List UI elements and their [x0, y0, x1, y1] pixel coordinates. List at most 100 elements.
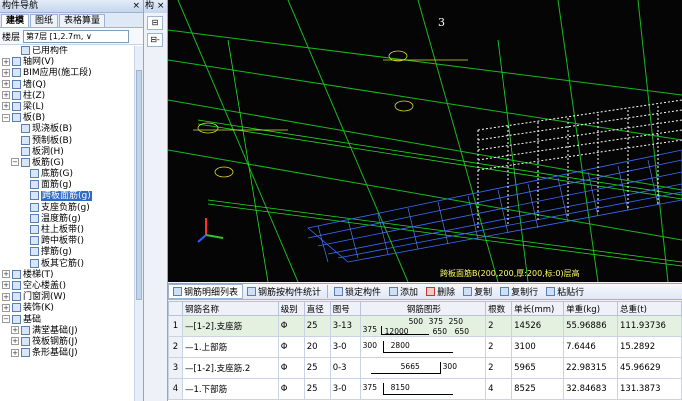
col-header-unit-length[interactable]: 单长(mm)	[511, 301, 565, 316]
tree-item[interactable]: 支座负筋(g)	[0, 202, 135, 214]
copy-row-button[interactable]: 复制行	[496, 284, 542, 299]
tree-item[interactable]: − 板(B)	[0, 113, 135, 124]
unit-weight-cell[interactable]: 55.96886	[563, 315, 618, 337]
shape-cell[interactable]: 375 8150	[359, 378, 487, 400]
count-cell[interactable]: 2	[485, 315, 513, 337]
expand-icon[interactable]: +	[2, 68, 10, 77]
tab-drawings[interactable]: 图纸	[30, 14, 59, 27]
tree-scrollbar[interactable]	[134, 46, 143, 401]
tree-item[interactable]: 板洞(H)	[0, 146, 135, 158]
tree-item[interactable]: 预制板(B)	[0, 135, 135, 147]
total-weight-cell[interactable]: 131.3873	[617, 378, 682, 400]
tab-rebar-detail-list[interactable]: 钢筋明细列表	[168, 284, 244, 299]
expand-icon[interactable]: +	[2, 91, 10, 100]
grade-cell[interactable]: Φ	[277, 315, 305, 337]
shape-cell[interactable]: 300 2800	[359, 336, 487, 358]
tree-item[interactable]: 柱上板带()	[0, 225, 135, 236]
tree-item[interactable]: 板其它筋()	[0, 258, 135, 270]
figure-no-cell[interactable]: 3-13	[329, 315, 361, 337]
unit-length-cell[interactable]: 3100	[511, 336, 565, 358]
expand-icon[interactable]: +	[2, 102, 10, 111]
unit-length-cell[interactable]: 14526	[511, 315, 565, 337]
col-header-unit-weight[interactable]: 单重(kg)	[563, 301, 618, 316]
tree-item[interactable]: + 条形基础(J)	[0, 348, 135, 359]
figure-no-cell[interactable]: 3-0	[329, 378, 361, 400]
tab-table-quantity[interactable]: 表格算量	[59, 14, 106, 27]
copy-button[interactable]: 复制	[459, 284, 496, 299]
add-button[interactable]: 添加	[385, 284, 422, 299]
tree-item[interactable]: + 墙(Q)	[0, 79, 135, 91]
tree-item[interactable]: + 轴网(V)	[0, 57, 135, 68]
expand-icon[interactable]: +	[2, 57, 10, 66]
col-header-figure-no[interactable]: 图号	[329, 301, 361, 316]
shape-cell[interactable]: 500 375 250 375 12000 650 650	[359, 315, 487, 337]
tree-item[interactable]: − 板筋(G)	[0, 157, 135, 169]
tree-item[interactable]: + 楼梯(T)	[0, 269, 135, 281]
figure-no-cell[interactable]: 0-3	[329, 357, 361, 379]
tree-item[interactable]: + 门窗洞(W)	[0, 292, 135, 303]
scrollbar-thumb[interactable]	[136, 70, 142, 300]
table-row[interactable]: 1 —[1-2].支座筋 Φ 25 3-13 500 375 250 375 1…	[168, 315, 682, 337]
grade-cell[interactable]: Φ	[277, 378, 305, 400]
rebar-name-cell[interactable]: —1.下部筋	[181, 378, 279, 400]
tree-item[interactable]: 已用构件	[0, 46, 135, 57]
rebar-name-cell[interactable]: —1.上部筋	[181, 336, 279, 358]
tab-rebar-by-component[interactable]: 钢筋按构件统计	[243, 284, 325, 299]
expand-icon[interactable]: +	[11, 337, 19, 346]
collapse-icon[interactable]: −	[2, 315, 10, 323]
expand-icon[interactable]: +	[11, 348, 19, 357]
tree-item[interactable]: + BIM应用(施工段)	[0, 68, 135, 79]
expand-icon[interactable]: +	[2, 281, 10, 290]
diameter-cell[interactable]: 25	[303, 357, 331, 379]
table-row[interactable]: 3 —[1-2].支座筋.2 Φ 25 0-3 5665 300 2 5965 …	[168, 357, 682, 379]
col-header-total-weight[interactable]: 总重(t)	[617, 301, 682, 316]
unit-weight-cell[interactable]: 32.84683	[563, 378, 618, 400]
tree-item[interactable]: + 满堂基础(J)	[0, 325, 135, 337]
rebar-name-cell[interactable]: —[1-2].支座筋.2	[181, 357, 279, 379]
collapse-icon[interactable]: −	[11, 158, 19, 167]
count-cell[interactable]: 4	[485, 378, 513, 400]
expand-icon[interactable]: +	[11, 326, 19, 335]
total-weight-cell[interactable]: 45.96629	[617, 357, 682, 379]
diameter-cell[interactable]: 25	[303, 315, 331, 337]
expand-icon[interactable]: +	[2, 270, 10, 279]
col-header-diameter[interactable]: 直径	[303, 301, 331, 316]
tree-item[interactable]: + 柱(Z)	[0, 90, 135, 102]
expand-icon[interactable]: +	[2, 80, 10, 89]
tree-item[interactable]: + 装饰(K)	[0, 303, 135, 314]
grade-cell[interactable]: Φ	[277, 357, 305, 379]
tree-item[interactable]: + 空心楼盖()	[0, 280, 135, 292]
total-weight-cell[interactable]: 15.2892	[617, 336, 682, 358]
col-header-count[interactable]: 根数	[485, 301, 513, 316]
tree-item[interactable]: 跨中板带()	[0, 236, 135, 247]
unit-weight-cell[interactable]: 7.6446	[563, 336, 618, 358]
unit-length-cell[interactable]: 8525	[511, 378, 565, 400]
close-icon[interactable]: ×	[132, 0, 140, 13]
collapse-icon[interactable]: −	[2, 113, 10, 122]
figure-no-cell[interactable]: 3-0	[329, 336, 361, 358]
expand-icon[interactable]: +	[2, 292, 10, 301]
tree-item[interactable]: − 基础	[0, 314, 135, 326]
tree-item[interactable]: 底筋(G)	[0, 169, 135, 180]
unit-weight-cell[interactable]: 22.98315	[563, 357, 618, 379]
delete-button[interactable]: 删除	[422, 284, 459, 299]
model-viewport[interactable]: 3 跨板面筋B(200,200,厚:200,标:0)层高	[168, 0, 682, 282]
tree-item[interactable]: + 筏板钢筋(J)	[0, 336, 135, 348]
tree-item[interactable]: 现浇板(B)	[0, 124, 135, 135]
tab-modeling[interactable]: 建模	[1, 14, 30, 27]
col-header-grade[interactable]: 级别	[277, 301, 305, 316]
tree-item[interactable]: + 梁(L)	[0, 101, 135, 113]
diameter-cell[interactable]: 25	[303, 378, 331, 400]
count-cell[interactable]: 2	[485, 357, 513, 379]
new-component-button[interactable]: ⊟	[147, 16, 163, 30]
layer-select[interactable]: 第7层 [1,2.7m, ∨	[23, 29, 130, 43]
tree-item[interactable]: 撑筋(g)	[0, 247, 135, 258]
paste-row-button[interactable]: 粘贴行	[542, 284, 588, 299]
unit-length-cell[interactable]: 5965	[511, 357, 565, 379]
expand-icon[interactable]: +	[2, 303, 10, 312]
table-row[interactable]: 4 —1.下部筋 Φ 25 3-0 375 8150 4 8525 32.846…	[168, 378, 682, 400]
grade-cell[interactable]: Φ	[277, 336, 305, 358]
tree-item[interactable]: 跨板面筋(g)	[0, 191, 135, 202]
tree-item[interactable]: 温度筋(g)	[0, 213, 135, 225]
col-header-shape[interactable]: 钢筋图形	[359, 301, 487, 316]
